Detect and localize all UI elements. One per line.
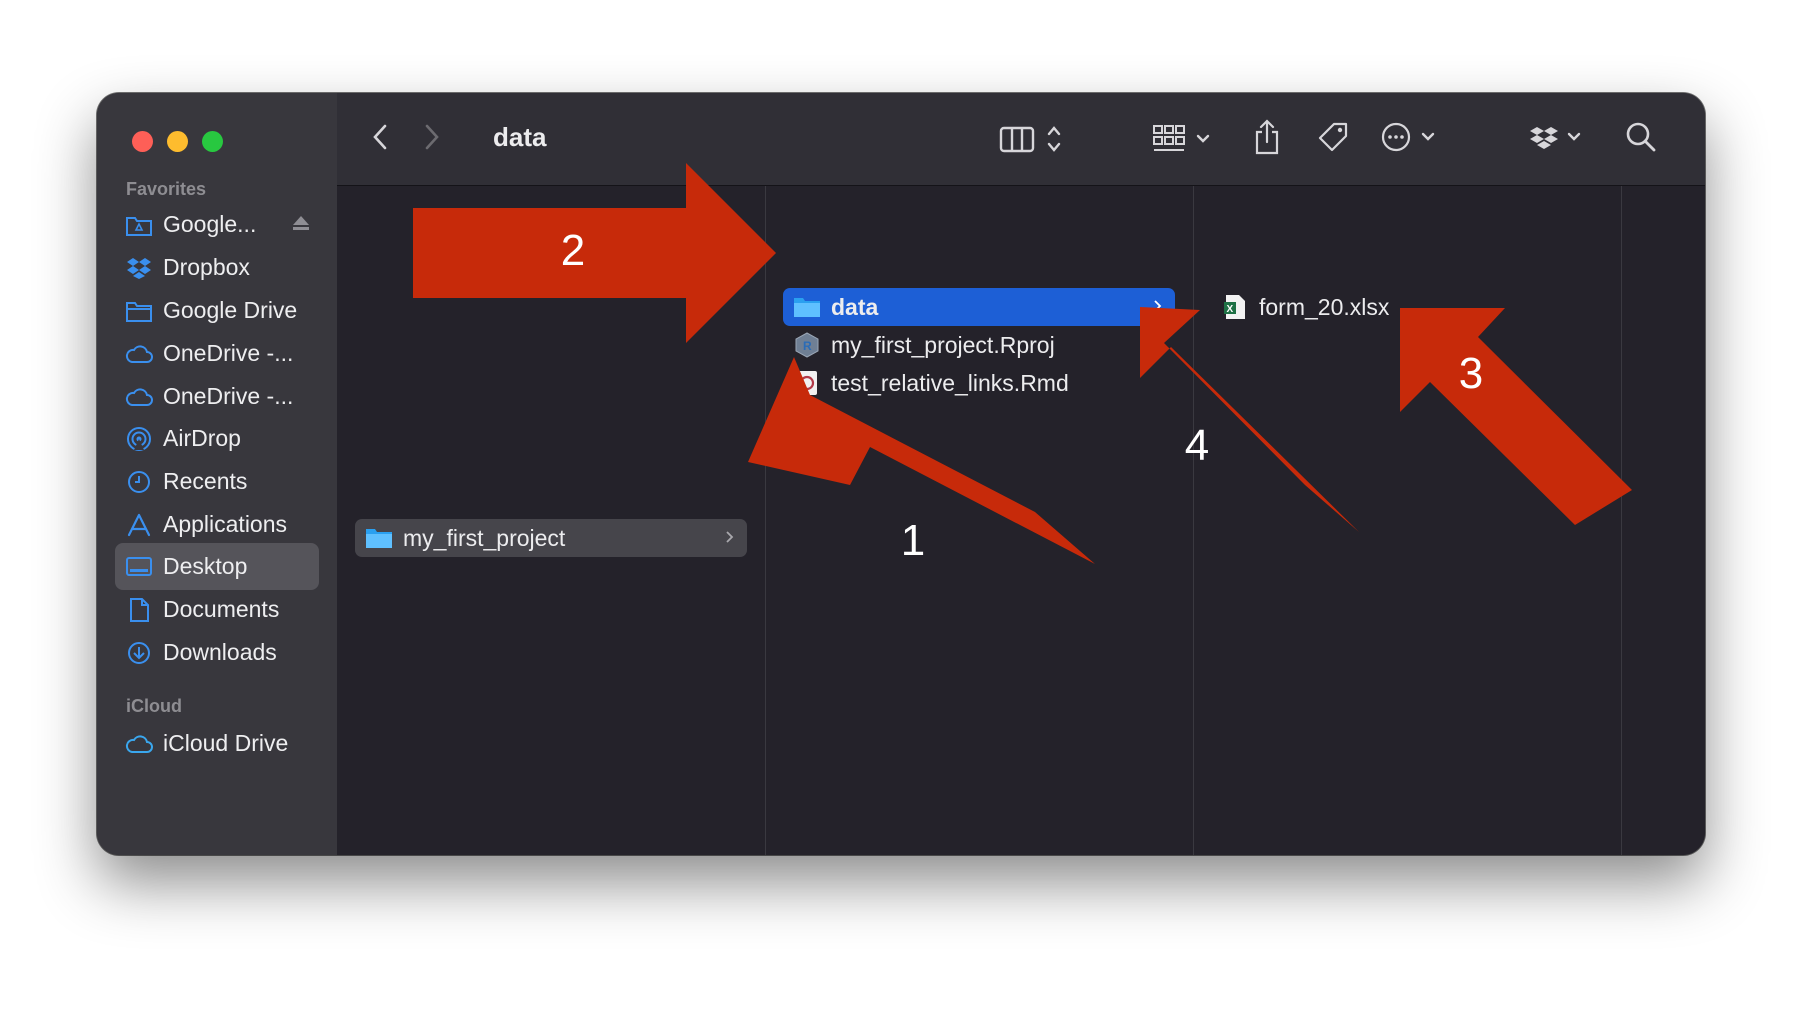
annotation-label-4: 4 — [1185, 421, 1209, 470]
annotation-arrow-2 — [413, 163, 776, 343]
annotation-label-1: 1 — [901, 516, 925, 565]
annotation-arrow-4 — [1140, 307, 1359, 532]
annotation-arrow-3 — [1400, 308, 1632, 525]
annotation-label-2: 2 — [561, 226, 585, 275]
annotation-label-3: 3 — [1459, 349, 1483, 398]
annotation-overlay: 2 1 4 3 — [413, 163, 1632, 565]
